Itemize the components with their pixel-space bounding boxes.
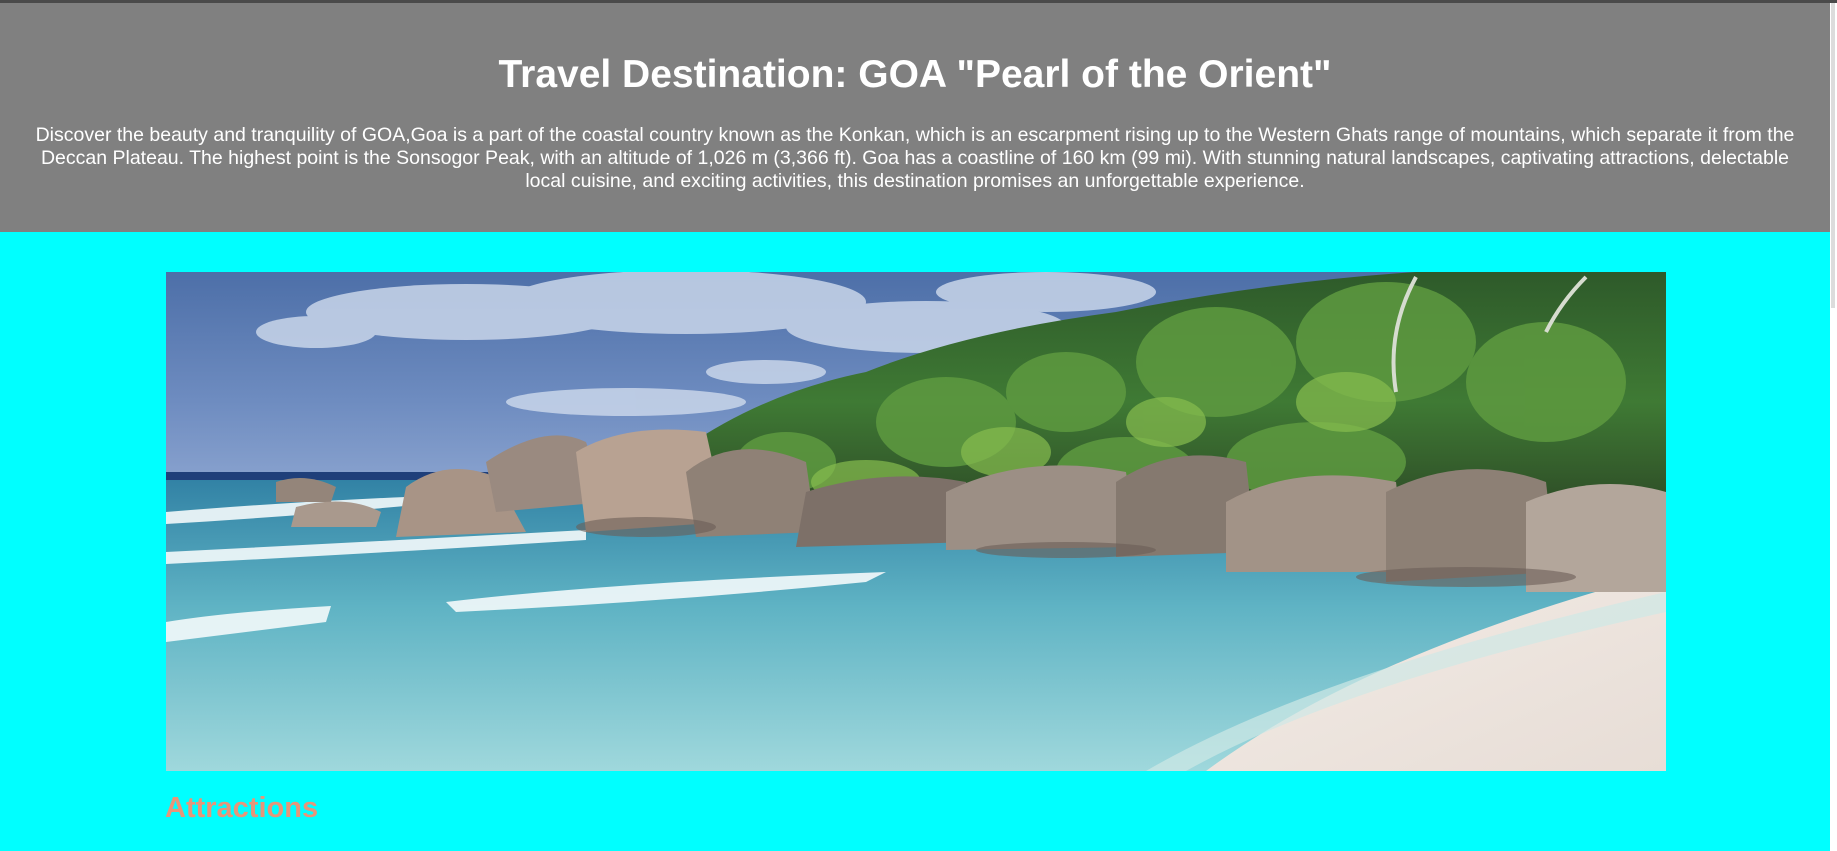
beach-illustration (166, 272, 1666, 771)
page-header: Travel Destination: GOA "Pearl of the Or… (0, 3, 1830, 232)
hero-image (166, 272, 1666, 771)
vertical-scrollbar[interactable] (1830, 3, 1837, 851)
scrollbar-thumb[interactable] (1831, 3, 1835, 308)
page-title: Travel Destination: GOA "Pearl of the Or… (498, 53, 1332, 96)
destination-description: Discover the beauty and tranquility of G… (35, 124, 1795, 192)
attractions-heading: Attractions (165, 792, 319, 824)
